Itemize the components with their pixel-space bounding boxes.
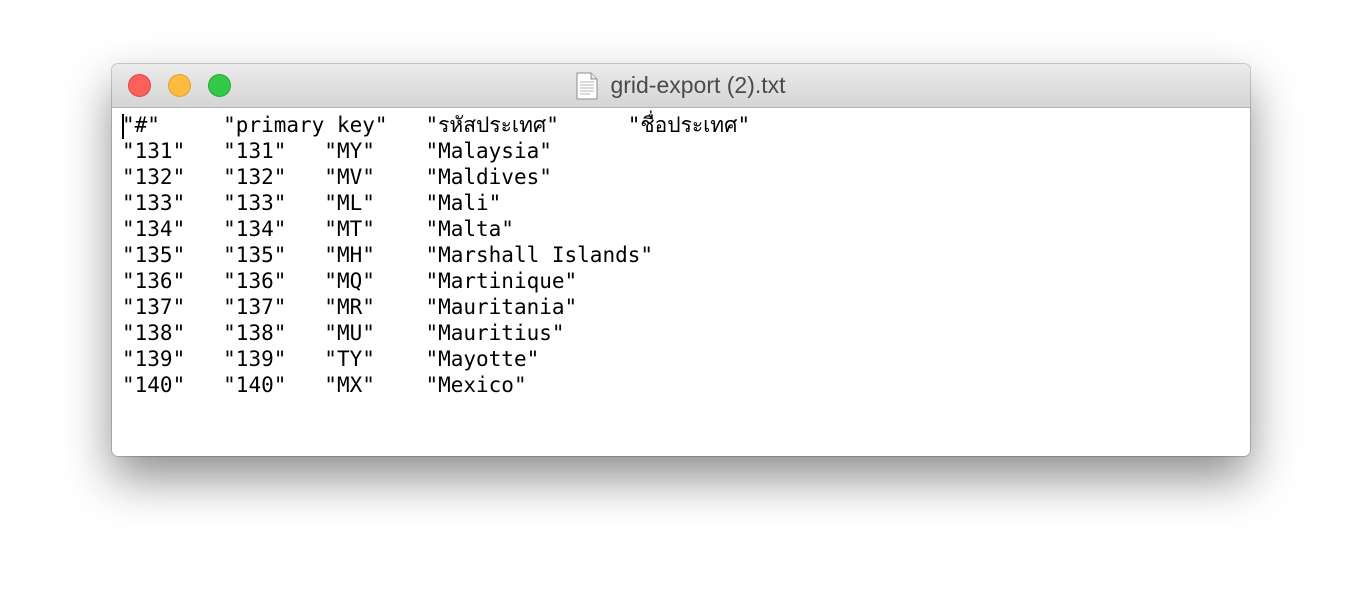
text-editor-area[interactable]: "#" "primary key" "รหัสประเทศ" "ชื่อประเ… bbox=[112, 108, 1250, 398]
title-bar[interactable]: grid-export (2).txt bbox=[112, 64, 1250, 108]
document-icon bbox=[576, 72, 598, 99]
window-title-group: grid-export (2).txt bbox=[112, 64, 1250, 107]
text-line: "140" "140" "MX" "Mexico" bbox=[122, 373, 527, 397]
window-title: grid-export (2).txt bbox=[610, 72, 786, 98]
textedit-window: grid-export (2).txt "#" "primary key" "ร… bbox=[112, 64, 1250, 456]
text-line: "138" "138" "MU" "Mauritius" bbox=[122, 321, 565, 345]
text-lines: "#" "primary key" "รหัสประเทศ" "ชื่อประเ… bbox=[122, 112, 1250, 398]
text-cursor bbox=[122, 114, 124, 139]
text-line: "133" "133" "ML" "Mali" bbox=[122, 191, 502, 215]
text-line: "135" "135" "MH" "Marshall Islands" bbox=[122, 243, 654, 267]
text-line: "132" "132" "MV" "Maldives" bbox=[122, 165, 552, 189]
text-line: "137" "137" "MR" "Mauritania" bbox=[122, 295, 578, 319]
text-line: "131" "131" "MY" "Malaysia" bbox=[122, 139, 552, 163]
text-line: "134" "134" "MT" "Malta" bbox=[122, 217, 514, 241]
text-line: "139" "139" "TY" "Mayotte" bbox=[122, 347, 540, 371]
text-line: "136" "136" "MQ" "Martinique" bbox=[122, 269, 578, 293]
text-line: "#" "primary key" "รหัสประเทศ" "ชื่อประเ… bbox=[122, 113, 751, 137]
